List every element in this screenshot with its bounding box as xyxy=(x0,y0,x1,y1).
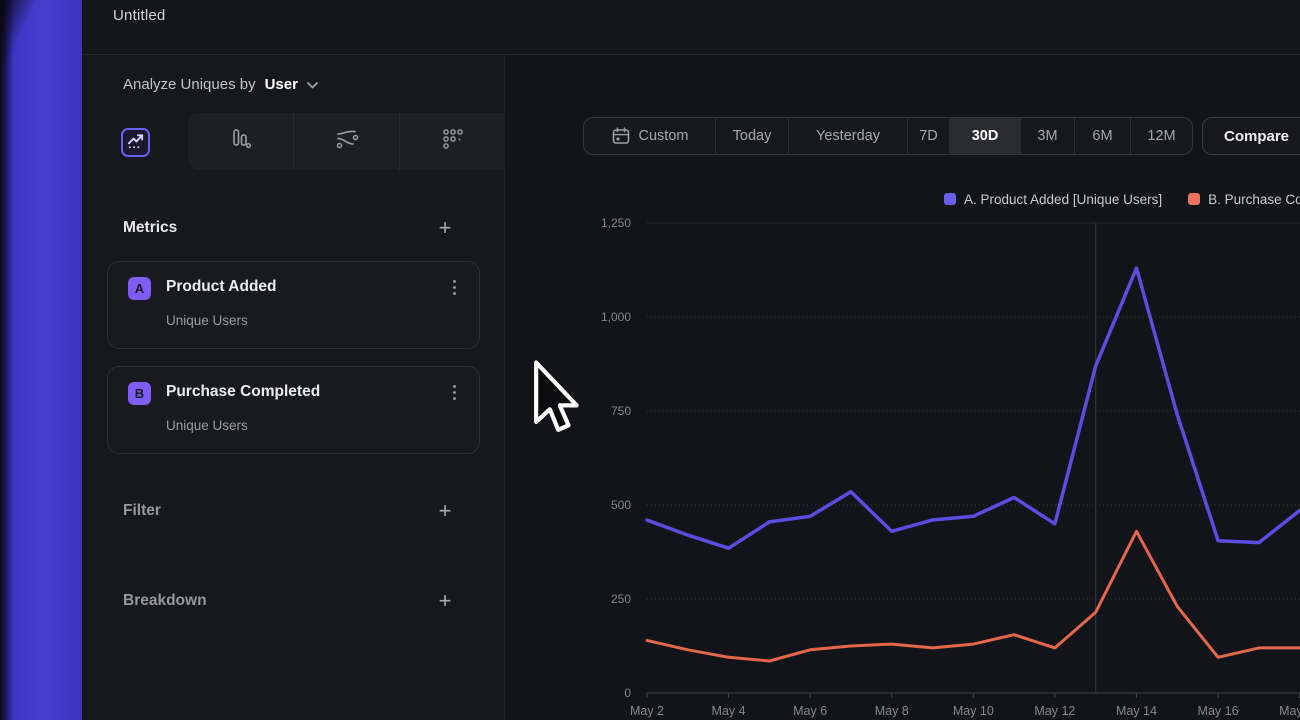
tab-line-chart[interactable] xyxy=(121,128,150,157)
filter-header: Filter + xyxy=(123,500,456,522)
svg-text:May 2: May 2 xyxy=(630,704,664,718)
svg-text:May 6: May 6 xyxy=(793,704,827,718)
legend-item[interactable]: B. Purchase Completed [Unique Users] xyxy=(1188,192,1300,207)
metric-measure[interactable]: Unique Users xyxy=(166,418,248,433)
svg-text:0: 0 xyxy=(624,686,631,700)
svg-text:1,250: 1,250 xyxy=(601,216,631,230)
range-label: Today xyxy=(733,128,772,144)
flow-chart-icon xyxy=(334,127,360,156)
svg-text:500: 500 xyxy=(611,498,631,512)
series-line-b[interactable] xyxy=(647,531,1300,661)
legend-swatch xyxy=(944,193,956,205)
range-option-yesterday[interactable]: Yesterday xyxy=(788,118,907,154)
range-label: 30D xyxy=(972,128,999,144)
legend-item[interactable]: A. Product Added [Unique Users] xyxy=(944,192,1162,207)
tab-retention-grid[interactable] xyxy=(399,113,505,170)
svg-text:250: 250 xyxy=(611,592,631,606)
date-range-picker: Custom Today Yesterday 7D 30D 3M 6M 12M xyxy=(583,117,1193,155)
kebab-menu-icon[interactable] xyxy=(447,278,461,298)
x-axis-labels: May 2 May 4 May 6 May 8 May 10 May 12 May 14 Ma… xyxy=(630,704,1300,718)
tab-flow-chart[interactable] xyxy=(293,113,399,170)
metric-measure[interactable]: Unique Users xyxy=(166,313,248,328)
add-breakdown-button[interactable]: + xyxy=(434,590,456,612)
calendar-icon xyxy=(611,126,631,146)
grid-dots-icon xyxy=(441,127,465,156)
range-label: 12M xyxy=(1147,128,1175,144)
metric-badge: B xyxy=(128,382,151,405)
x-axis-ticks xyxy=(647,693,1300,698)
breakdown-heading: Breakdown xyxy=(123,592,207,610)
legend-label: A. Product Added [Unique Users] xyxy=(964,192,1162,207)
series-line-a[interactable] xyxy=(647,268,1300,548)
chart-gridlines xyxy=(647,223,1300,693)
svg-text:May 14: May 14 xyxy=(1116,704,1157,718)
chart-type-tabs xyxy=(82,113,505,170)
legend-swatch xyxy=(1188,193,1200,205)
svg-text:May 4: May 4 xyxy=(712,704,746,718)
y-axis-labels: 0 250 500 750 1,000 1,250 xyxy=(601,216,631,700)
legend-label: B. Purchase Completed [Unique Users] xyxy=(1208,192,1300,207)
chevron-down-icon[interactable] xyxy=(307,82,318,89)
range-option-6m[interactable]: 6M xyxy=(1074,118,1130,154)
bar-chart-icon xyxy=(229,127,253,156)
filter-heading: Filter xyxy=(123,502,161,520)
svg-text:May 10: May 10 xyxy=(953,704,994,718)
svg-text:May 18: May 18 xyxy=(1279,704,1300,718)
svg-text:1,000: 1,000 xyxy=(601,310,631,324)
range-option-12m[interactable]: 12M xyxy=(1130,118,1192,154)
range-label: 3M xyxy=(1037,128,1057,144)
chart-panel: 0 250 500 750 1,000 1,250 May 2 May 4 May 6 May 8… xyxy=(505,55,1300,720)
compare-label: Compare xyxy=(1224,128,1289,145)
tab-bar-chart[interactable] xyxy=(188,113,293,170)
line-chart-icon xyxy=(126,131,145,155)
range-option-3m[interactable]: 3M xyxy=(1020,118,1074,154)
range-option-7d[interactable]: 7D xyxy=(907,118,949,154)
chart-type-tabs-rest xyxy=(188,113,505,170)
svg-text:May 12: May 12 xyxy=(1034,704,1075,718)
svg-text:May 8: May 8 xyxy=(875,704,909,718)
report-title[interactable]: Untitled xyxy=(113,7,165,24)
metric-card-b[interactable]: B Purchase Completed Unique Users xyxy=(107,366,480,454)
svg-text:750: 750 xyxy=(611,404,631,418)
breakdown-header: Breakdown + xyxy=(123,590,456,612)
compare-button[interactable]: Compare xyxy=(1202,117,1300,155)
metric-card-a[interactable]: A Product Added Unique Users xyxy=(107,261,480,349)
metric-name: Purchase Completed xyxy=(166,383,320,401)
analyze-label: Analyze Uniques by xyxy=(123,76,256,93)
analyze-entity-dropdown[interactable]: User xyxy=(265,76,298,93)
range-label: Custom xyxy=(639,128,689,144)
range-option-today[interactable]: Today xyxy=(715,118,788,154)
sidebar: Analyze Uniques by User xyxy=(82,55,505,720)
range-label: Yesterday xyxy=(816,128,880,144)
top-bar: Untitled xyxy=(82,0,1300,55)
add-metric-button[interactable]: + xyxy=(434,217,456,239)
metrics-heading: Metrics xyxy=(123,219,177,237)
metric-name: Product Added xyxy=(166,278,277,296)
add-filter-button[interactable]: + xyxy=(434,500,456,522)
svg-text:May 16: May 16 xyxy=(1198,704,1239,718)
metrics-header: Metrics + xyxy=(123,217,456,239)
range-option-custom[interactable]: Custom xyxy=(584,118,715,154)
chart-legend: A. Product Added [Unique Users] B. Purcha… xyxy=(944,191,1300,207)
range-label: 7D xyxy=(919,128,938,144)
range-label: 6M xyxy=(1092,128,1112,144)
left-accent-strip xyxy=(0,0,82,720)
app-screen: Untitled Analyze Uniques by User xyxy=(0,0,1300,720)
analyze-row: Analyze Uniques by User xyxy=(82,55,504,113)
metric-badge: A xyxy=(128,277,151,300)
range-option-30d[interactable]: 30D xyxy=(949,118,1020,154)
kebab-menu-icon[interactable] xyxy=(447,383,461,403)
